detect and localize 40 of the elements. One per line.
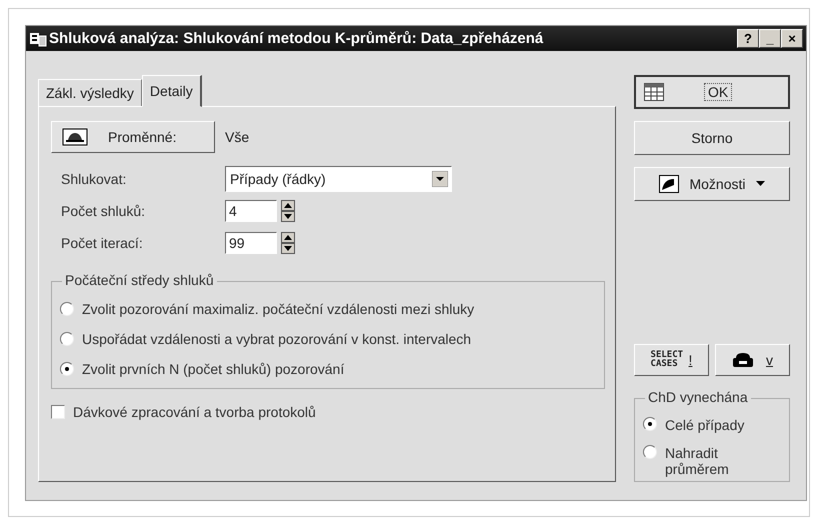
field-label: Počet iterací: xyxy=(60,235,144,251)
checkbox-label: Dávkové zpracování a tvorba protokolů xyxy=(73,404,316,420)
radio-label: Celé případy xyxy=(665,417,746,433)
radio-button[interactable] xyxy=(60,362,74,376)
spin-arrows-icon xyxy=(281,232,295,254)
spin-arrows-icon xyxy=(281,200,295,222)
options-button[interactable]: Možnosti xyxy=(634,167,790,201)
field-label: Shlukovat: xyxy=(60,171,128,187)
minimize-button[interactable]: _ xyxy=(759,29,781,48)
radio-label: Uspořádat vzdálenosti a vybrat pozorování v konst. intervalech xyxy=(82,331,472,347)
tab[interactable]: Zákl. výsledky xyxy=(38,79,142,107)
printer-icon xyxy=(732,352,754,368)
number-field[interactable]: 4 xyxy=(225,200,277,222)
cancel-button[interactable]: Storno xyxy=(634,121,790,155)
ok-button[interactable]: OK xyxy=(634,75,790,109)
cluster-dropdown[interactable]: Případy (řádky) xyxy=(225,166,452,192)
group-title: ChD vynechána xyxy=(645,389,751,405)
radio-label: Zvolit prvních N (počet shluků) pozorování xyxy=(82,361,344,377)
monitor-icon xyxy=(62,128,88,146)
number-field[interactable]: 99 xyxy=(225,232,277,254)
checkbox[interactable] xyxy=(51,405,65,419)
radio-label: Nahradit průměrem xyxy=(665,445,730,477)
radio-label: Zvolit pozorování maximaliz. počáteční vzdálenosti mezi shluky xyxy=(82,301,474,317)
table-icon xyxy=(644,83,664,101)
chart-icon xyxy=(659,175,680,193)
tab[interactable]: Detaily xyxy=(142,75,202,107)
print-button[interactable]: v xyxy=(715,344,790,376)
radio-button[interactable] xyxy=(643,417,657,431)
variables-value: Vše xyxy=(225,129,250,145)
field-label: Počet shluků: xyxy=(60,203,146,219)
dropdown-arrow-icon xyxy=(432,171,448,187)
caret-icon xyxy=(756,181,765,187)
close-button[interactable]: × xyxy=(781,29,803,48)
radio-button[interactable] xyxy=(643,445,657,459)
group-title: Počáteční středy shluků xyxy=(62,272,217,288)
radio-button[interactable] xyxy=(60,332,74,346)
radio-button[interactable] xyxy=(60,302,74,316)
variables-button[interactable]: Proměnné: xyxy=(51,121,215,153)
window-title: Shluková analýza: Shlukování metodou K-průměrů: Data_zpřeházená xyxy=(49,30,544,47)
help-button[interactable]: ? xyxy=(737,29,759,48)
